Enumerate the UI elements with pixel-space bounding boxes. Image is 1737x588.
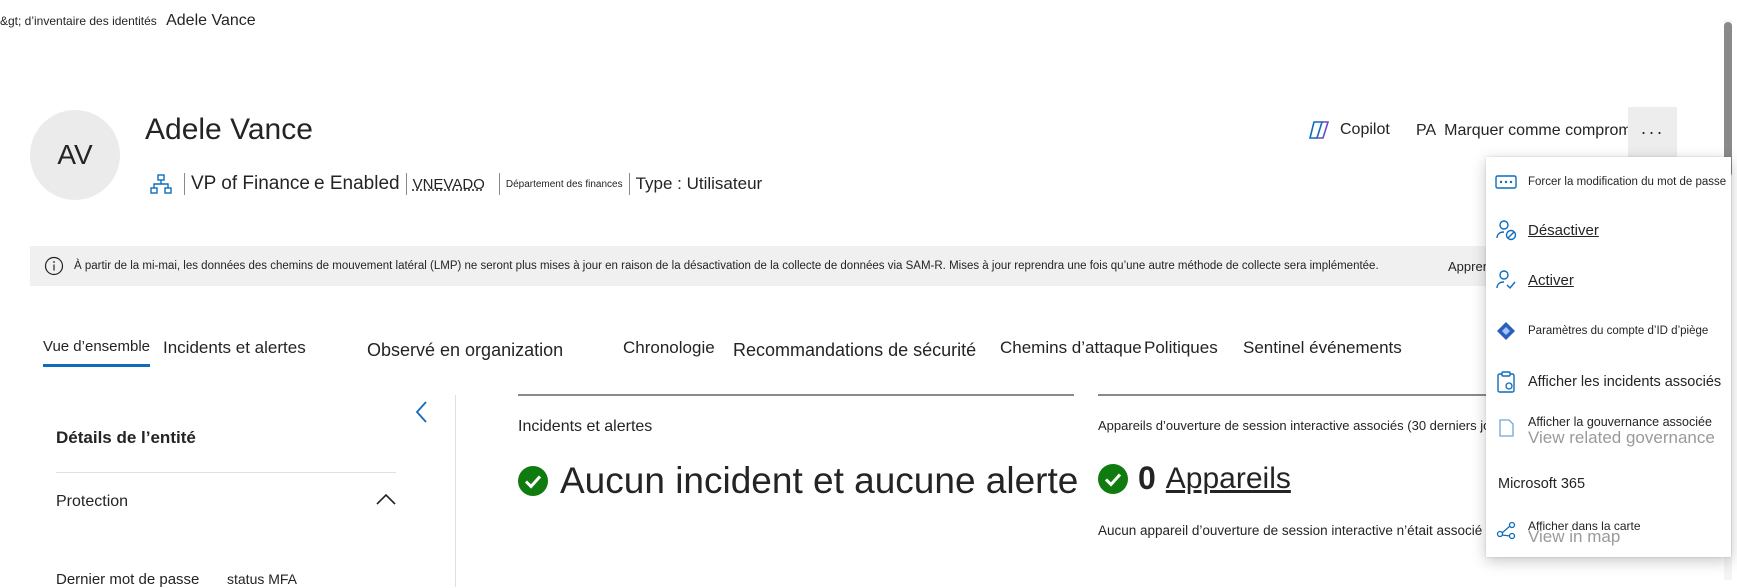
- tab-incidents-alerts[interactable]: Incidents et alertes: [163, 338, 306, 358]
- tab-timeline[interactable]: Chronologie: [623, 338, 715, 358]
- devices-count: 0: [1138, 460, 1156, 496]
- tab-sentinel-events[interactable]: Sentinel événements: [1243, 338, 1402, 358]
- menu-item-label: Activer: [1528, 271, 1574, 289]
- menu-item-related-incidents[interactable]: Afficher les incidents associés: [1486, 367, 1731, 397]
- menu-item-label: Afficher dans la carte: [1528, 519, 1641, 533]
- menu-item-enable[interactable]: Activer: [1486, 265, 1731, 295]
- entity-type: Type : Utilisateur: [635, 174, 763, 193]
- mfa-status-label: status MFA: [227, 571, 298, 587]
- tab-policies[interactable]: Politiques: [1144, 338, 1218, 358]
- chevron-left-icon: [415, 401, 427, 423]
- incidents-status-text: Aucun incident et aucune alerte: [560, 460, 1079, 501]
- avatar: AV: [30, 110, 120, 200]
- more-actions-button[interactable]: ···: [1628, 107, 1677, 157]
- user-check-icon: [1494, 269, 1518, 291]
- banner-text: À partir de la mi-mai, les données des c…: [74, 260, 1379, 272]
- devices-link[interactable]: Appareils: [1166, 462, 1291, 496]
- mark-compromised-button[interactable]: PA Marquer comme compromis: [1416, 122, 1643, 140]
- details-separator: [56, 472, 396, 473]
- breadcrumb-parent[interactable]: &gt; d’inventaire des identités: [0, 14, 157, 28]
- menu-item-label: Désactiver: [1528, 221, 1599, 239]
- chevron-up-icon: [376, 493, 396, 505]
- entity-title: VP of Finance: [191, 173, 311, 194]
- more-actions-menu: Forcer la modification du mot de passe D…: [1486, 157, 1731, 557]
- entity-department: Département des finances: [505, 178, 623, 190]
- decoy-icon: [1494, 320, 1518, 342]
- devices-note: Aucun appareil d’ouverture de session in…: [1098, 523, 1483, 538]
- org-chart-icon[interactable]: [150, 173, 172, 195]
- menu-item-force-password-change[interactable]: Forcer la modification du mot de passe: [1486, 167, 1731, 197]
- check-circle-icon: [518, 466, 548, 496]
- info-banner: À partir de la mi-mai, les données des c…: [30, 246, 1570, 286]
- copilot-label: Copilot: [1340, 121, 1390, 138]
- entity-meta-row: VP of Finance e Enabled VNEVADO Départem…: [150, 170, 762, 198]
- panel-divider: [455, 395, 456, 587]
- entity-account[interactable]: VNEVADO: [413, 176, 485, 193]
- devices-status: 0 Appareils: [1098, 460, 1291, 497]
- password-icon: [1494, 174, 1518, 190]
- menu-item-related-governance[interactable]: View related governance Afficher la gouv…: [1486, 407, 1731, 447]
- user-block-icon: [1494, 219, 1518, 241]
- last-password-label: Dernier mot de passe: [56, 571, 200, 588]
- menu-item-label: Microsoft 365: [1498, 476, 1586, 492]
- menu-item-disable[interactable]: Désactiver: [1486, 215, 1731, 245]
- mark-compromised-prefix: PA: [1416, 122, 1437, 139]
- clipboard-icon: [1494, 371, 1518, 393]
- tab-observed-org[interactable]: Observé en organization: [367, 340, 563, 361]
- entity-name: Adele Vance: [145, 113, 313, 146]
- collapse-panel-button[interactable]: [414, 400, 430, 429]
- devices-card-title: Appareils d’ouverture de session interac…: [1098, 418, 1509, 433]
- menu-item-decoy-settings[interactable]: Paramètres du compte d’ID d’piège: [1486, 316, 1731, 346]
- tab-security-recommendations[interactable]: Recommandations de sécurité: [733, 340, 976, 361]
- incidents-status: Aucun incident et aucune alerte: [518, 460, 1078, 502]
- menu-item-label: Afficher la gouvernance associée: [1528, 415, 1712, 429]
- check-circle-icon: [1098, 463, 1128, 494]
- mark-compromised-label: Marquer comme compromis: [1444, 122, 1644, 139]
- menu-item-ghost-label: View related governance: [1528, 428, 1715, 447]
- protection-section-header[interactable]: Protection: [56, 493, 128, 511]
- entity-status: e Enabled: [314, 173, 400, 194]
- tab-attack-paths[interactable]: Chemins d’attaque: [1000, 338, 1142, 358]
- protection-toggle[interactable]: [375, 492, 397, 511]
- devices-card-divider: [1098, 394, 1508, 396]
- menu-item-label: Forcer la modification du mot de passe: [1528, 176, 1727, 188]
- menu-item-view-in-map[interactable]: View in map Afficher dans la carte: [1486, 513, 1731, 547]
- entity-details-title: Détails de l’entité: [56, 428, 196, 447]
- map-icon: [1494, 520, 1518, 540]
- incidents-card-divider: [518, 394, 1074, 396]
- menu-item-microsoft-365[interactable]: Microsoft 365: [1486, 469, 1731, 499]
- info-icon: [44, 256, 64, 276]
- governance-icon: [1494, 416, 1518, 438]
- avatar-initials: AV: [57, 139, 93, 170]
- incidents-card-title: Incidents et alertes: [518, 418, 653, 435]
- scrollbar-thumb[interactable]: [1724, 22, 1732, 177]
- tab-overview[interactable]: Vue d’ensemble: [43, 338, 151, 367]
- menu-item-label: Afficher les incidents associés: [1528, 374, 1722, 390]
- more-icon: ···: [1640, 121, 1665, 142]
- copilot-icon: [1308, 120, 1330, 140]
- copilot-button[interactable]: Copilot: [1308, 120, 1390, 140]
- menu-item-label: Paramètres du compte d’ID d’piège: [1528, 325, 1709, 337]
- breadcrumb-current: Adele Vance: [166, 12, 256, 29]
- breadcrumb: &gt; d’inventaire des identités Adele Va…: [0, 12, 256, 30]
